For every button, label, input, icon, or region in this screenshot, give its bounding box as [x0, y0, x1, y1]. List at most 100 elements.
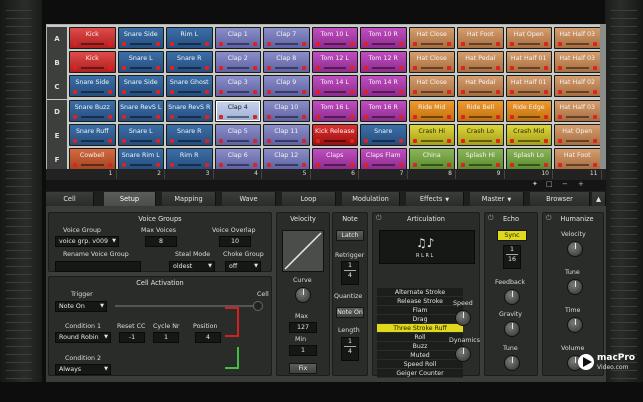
- tab-setup[interactable]: Setup: [104, 192, 156, 206]
- pad-cell[interactable]: Clap 4: [214, 99, 261, 122]
- articulation-item[interactable]: Speed Roll: [377, 360, 463, 369]
- square-icon[interactable]: □: [546, 180, 553, 188]
- voice-overlap-field[interactable]: 10: [219, 236, 251, 247]
- pad-cell[interactable]: Snare Side: [69, 75, 116, 98]
- humanize-velocity-knob[interactable]: [567, 241, 583, 257]
- tab-master[interactable]: Master ▼: [470, 192, 524, 206]
- rename-voice-group-field[interactable]: [55, 261, 141, 272]
- pad-cell[interactable]: Clap 9: [263, 75, 310, 98]
- pad-cell[interactable]: Hat Foot: [457, 27, 504, 49]
- max-field[interactable]: 127: [289, 322, 317, 333]
- pad-cell[interactable]: Hat Open: [554, 123, 601, 146]
- pad-cell[interactable]: Hat Half 03: [554, 27, 601, 49]
- velocity-curve-graph[interactable]: [282, 230, 324, 272]
- articulation-item[interactable]: Muted: [377, 351, 463, 360]
- tab-modulation[interactable]: Modulation: [342, 192, 400, 206]
- fix-button[interactable]: Fix: [289, 363, 317, 374]
- tab-browser[interactable]: Browser: [530, 192, 590, 206]
- feedback-knob[interactable]: [504, 289, 520, 305]
- tab-loop[interactable]: Loop: [282, 192, 336, 206]
- pad-cell[interactable]: Ride Edge: [505, 99, 552, 122]
- curve-knob[interactable]: [295, 287, 311, 303]
- pad-cell[interactable]: Hat Half 01: [505, 75, 552, 98]
- plus-icon[interactable]: +: [578, 180, 584, 188]
- pad-cell[interactable]: Snare RevS R: [166, 99, 213, 122]
- pad-cell[interactable]: Tom 10 R: [360, 27, 407, 49]
- pad-cell[interactable]: Snare R: [166, 123, 213, 146]
- pad-cell[interactable]: Hat Foot: [554, 148, 601, 170]
- retrigger-fraction[interactable]: 1 4: [341, 261, 359, 285]
- pad-cell[interactable]: Snare Ghost: [166, 75, 213, 98]
- select-icon[interactable]: ✦: [532, 180, 538, 188]
- pad-cell[interactable]: China: [408, 148, 455, 170]
- articulation-item[interactable]: Three Stroke Ruff: [377, 324, 463, 333]
- pad-cell[interactable]: Hat Pedal: [457, 75, 504, 98]
- pad-cell[interactable]: Tom 16 L: [311, 99, 358, 122]
- pad-cell[interactable]: Snare Side: [117, 75, 164, 98]
- pad-cell[interactable]: Hat Close: [408, 27, 455, 49]
- pad-cell[interactable]: Hat Half 03: [554, 51, 601, 74]
- pad-cell[interactable]: Crash Hi: [408, 123, 455, 146]
- max-voices-field[interactable]: 8: [145, 236, 177, 247]
- gravity-knob[interactable]: [504, 321, 520, 337]
- echo-tune-knob[interactable]: [504, 355, 520, 371]
- pad-cell[interactable]: Hat Close: [408, 51, 455, 74]
- pad-cell[interactable]: Snare L: [117, 123, 164, 146]
- pad-cell[interactable]: Clap 1: [214, 27, 261, 49]
- cycle-nr-field[interactable]: 1: [153, 332, 179, 343]
- pad-cell[interactable]: Tom 16 R: [360, 99, 407, 122]
- voice-group-select[interactable]: voice grp. v009 ▼: [55, 236, 119, 247]
- pad-cell[interactable]: Tom 12 L: [311, 51, 358, 74]
- pad-cell[interactable]: Clap 6: [214, 148, 261, 170]
- pad-cell[interactable]: Tom 14 L: [311, 75, 358, 98]
- pad-cell[interactable]: Ride Bell: [457, 99, 504, 122]
- sync-button[interactable]: Sync: [497, 230, 527, 241]
- pad-cell[interactable]: Claps: [311, 148, 358, 170]
- pad-cell[interactable]: Snare Side: [117, 27, 164, 49]
- condition-1-select[interactable]: Round Robin ▼: [55, 332, 111, 343]
- tab-effects[interactable]: Effects ▼: [406, 192, 464, 206]
- pad-cell[interactable]: Clap 8: [263, 51, 310, 74]
- pad-cell[interactable]: Rim L: [166, 27, 213, 49]
- articulation-item[interactable]: Alternate Stroke: [377, 288, 463, 297]
- pad-cell[interactable]: Kick: [69, 27, 116, 49]
- pad-cell[interactable]: Crash Mid: [505, 123, 552, 146]
- articulation-item[interactable]: Geiger Counter: [377, 369, 463, 378]
- pad-cell[interactable]: Splash Hi: [457, 148, 504, 170]
- collapse-button[interactable]: ▲: [592, 192, 606, 206]
- condition-2-select[interactable]: Always ▼: [55, 364, 111, 375]
- pad-cell[interactable]: Snare L: [117, 51, 164, 74]
- humanize-time-knob[interactable]: [567, 317, 583, 333]
- pad-cell[interactable]: Snare: [360, 123, 407, 146]
- articulation-item[interactable]: Release Stroke: [377, 297, 463, 306]
- length-fraction[interactable]: 1 4: [341, 337, 359, 361]
- pad-cell[interactable]: Snare R: [166, 51, 213, 74]
- pad-cell[interactable]: Tom 14 R: [360, 75, 407, 98]
- pad-cell[interactable]: Hat Half 02: [554, 75, 601, 98]
- pad-cell[interactable]: Hat Half 01: [505, 51, 552, 74]
- pad-cell[interactable]: Snare Buzz: [69, 99, 116, 122]
- latch-button[interactable]: Latch: [336, 230, 364, 241]
- pad-cell[interactable]: Clap 5: [214, 123, 261, 146]
- tab-wave[interactable]: Wave: [222, 192, 276, 206]
- pad-cell[interactable]: Hat Open: [505, 27, 552, 49]
- sync-fraction[interactable]: 1 16: [503, 245, 521, 269]
- pad-cell[interactable]: Snare Rim L: [117, 148, 164, 170]
- tab-mapping[interactable]: Mapping: [162, 192, 216, 206]
- pad-cell[interactable]: Splash Lo: [505, 148, 552, 170]
- pad-cell[interactable]: Clap 2: [214, 51, 261, 74]
- pad-cell[interactable]: Hat Close: [408, 75, 455, 98]
- articulation-item[interactable]: Flam: [377, 306, 463, 315]
- pad-cell[interactable]: Snare RevS L: [117, 99, 164, 122]
- speed-knob[interactable]: [455, 310, 471, 326]
- min-field[interactable]: 1: [289, 345, 317, 356]
- steal-mode-select[interactable]: oldest ▼: [169, 261, 215, 272]
- pad-cell[interactable]: Clap 3: [214, 75, 261, 98]
- choke-group-select[interactable]: off ▼: [225, 261, 261, 272]
- pad-cell[interactable]: Clap 12: [263, 148, 310, 170]
- pad-cell[interactable]: Hat Half 03: [554, 99, 601, 122]
- pad-cell[interactable]: Kick Release: [311, 123, 358, 146]
- pad-cell[interactable]: Ride Mid: [408, 99, 455, 122]
- pad-cell[interactable]: Clap 11: [263, 123, 310, 146]
- note-on-button[interactable]: Note On: [336, 307, 364, 318]
